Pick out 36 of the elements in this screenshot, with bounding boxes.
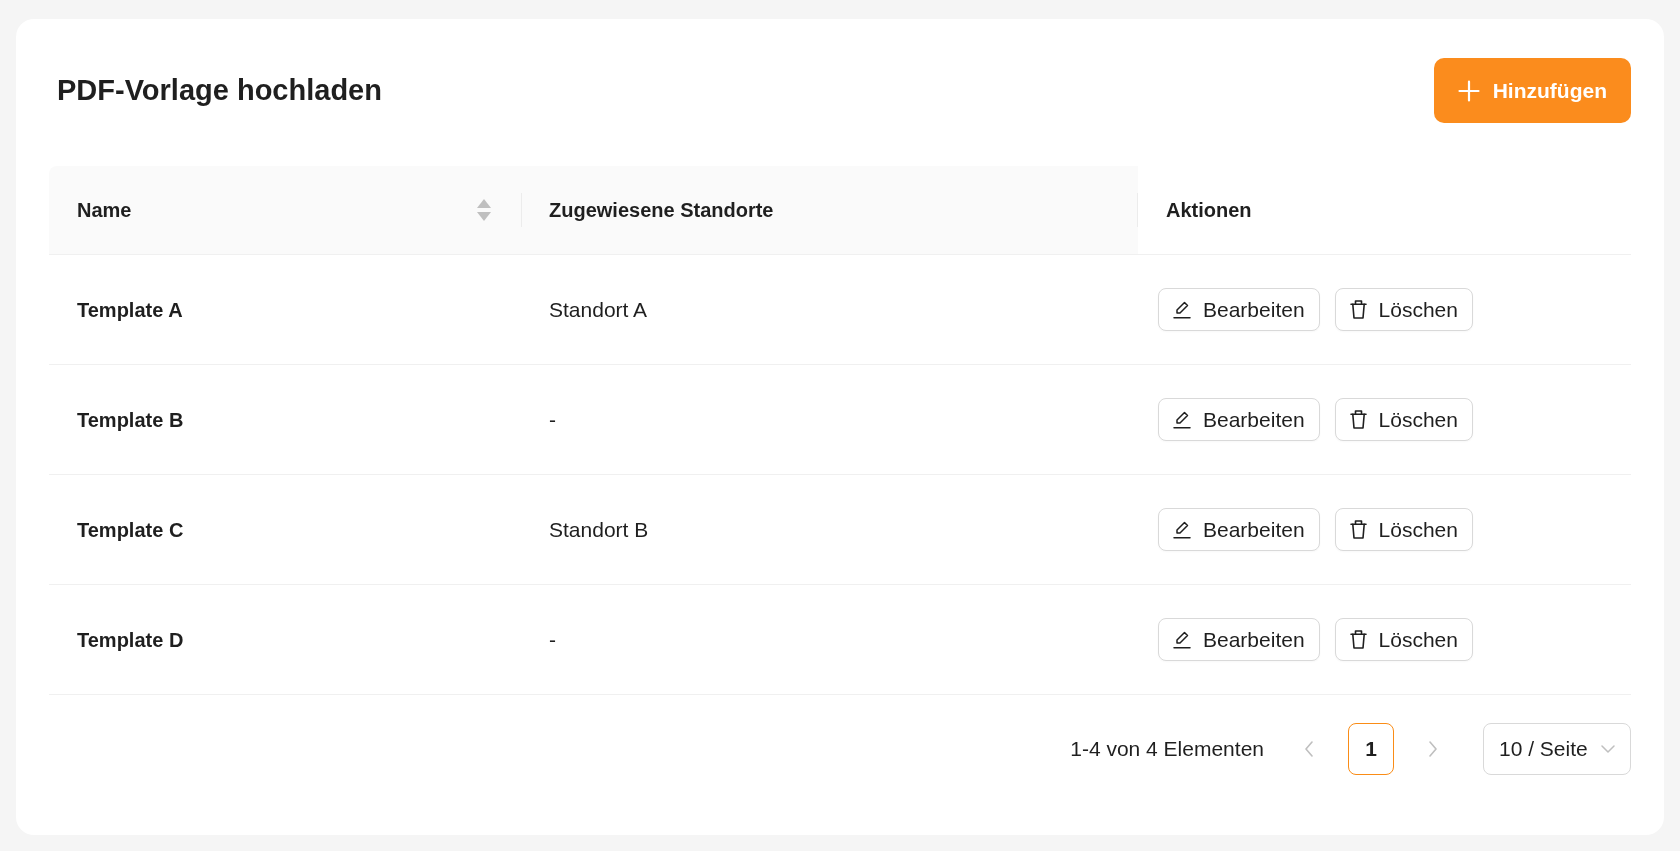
trash-icon	[1349, 300, 1367, 319]
table-cell: Template C	[77, 518, 184, 541]
column-header: Zugewiesene Standorte	[549, 198, 774, 223]
pencil-icon	[1173, 410, 1191, 429]
chevron-down-icon	[1601, 745, 1615, 753]
plus-icon	[1457, 79, 1480, 102]
edit-button[interactable]: Bearbeiten	[1158, 508, 1320, 551]
table-cell: -	[549, 407, 556, 431]
pencil-icon	[1173, 630, 1191, 649]
table-cell: Standort B	[549, 517, 649, 541]
delete-button[interactable]: Löschen	[1334, 288, 1473, 331]
trash-icon	[1349, 520, 1367, 539]
pagination-summary: 1-4 von 4 Elementen	[1070, 736, 1264, 763]
pencil-icon	[1173, 520, 1191, 539]
page-title: PDF-Vorlage hochladen	[57, 72, 382, 108]
table-cell: Template B	[77, 408, 184, 431]
table-cell: -	[549, 627, 556, 651]
trash-icon	[1349, 410, 1367, 429]
chevron-left-icon	[1304, 741, 1314, 757]
page-button[interactable]: 1	[1348, 723, 1394, 775]
page-size-select[interactable]: 10 / Seite	[1483, 723, 1631, 775]
chevron-right-icon	[1428, 741, 1438, 757]
trash-icon	[1349, 630, 1367, 649]
sort-icon[interactable]	[477, 199, 491, 221]
delete-button[interactable]: Löschen	[1334, 618, 1473, 661]
edit-button[interactable]: Bearbeiten	[1158, 288, 1320, 331]
edit-button[interactable]: Bearbeiten	[1158, 618, 1320, 661]
edit-button[interactable]: Bearbeiten	[1158, 398, 1320, 441]
column-header: Name	[77, 198, 132, 223]
delete-button[interactable]: Löschen	[1334, 398, 1473, 441]
table-cell: Template D	[77, 628, 184, 651]
table-cell: Template A	[77, 298, 183, 321]
table-cell: Standort A	[549, 297, 648, 321]
column-header: Aktionen	[1166, 198, 1252, 223]
delete-button[interactable]: Löschen	[1334, 508, 1473, 551]
pencil-icon	[1173, 300, 1191, 319]
